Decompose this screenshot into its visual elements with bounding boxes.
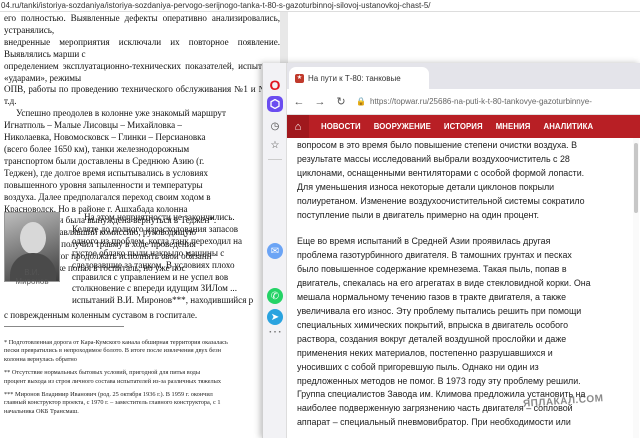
back-side-line: одного из проблем, когда танк переходил …: [72, 235, 243, 246]
photo-caption: В.И. Миронов: [14, 268, 50, 286]
topwar-favicon-icon: ★: [295, 73, 304, 83]
back-side-line: испытаний В.И. Миронов***, находившийся …: [72, 295, 254, 306]
back-line: Игнатполь – Малые Лисовцы – Михайловка –: [4, 120, 182, 131]
footnote-line: начальника ОКБ Трансмаш.: [4, 407, 79, 415]
article-line: полиуретаном. Изменение воздухоочистител…: [297, 195, 585, 206]
footnote-divider: [4, 326, 124, 327]
back-side-line: следовавшие за танком. В условиях плохо: [72, 259, 235, 270]
desktop: 04.ru/tanki/istoriya-sozdaniya/istoriya-…: [0, 0, 640, 438]
back-side-line: столкновение с впереди идущим ЗИЛом ...: [72, 283, 237, 294]
back-side-line: Келяте до полного израсходования запасов: [72, 223, 239, 234]
back-side-line: На этом неприятности не закончились.: [84, 212, 235, 222]
article-paragraph-1: вопросом в это время было повышение степ…: [297, 139, 637, 222]
back-scrollbar[interactable]: [280, 12, 288, 64]
footnote-line: процент выхода из строя личного состава …: [4, 377, 222, 385]
footnote-line: колонна вернулась обратно: [4, 355, 77, 363]
back-line: транспортом были доставлены в Среднюю Аз…: [4, 155, 205, 166]
article-line: мешала нормальному течению газов в тракт…: [297, 292, 567, 303]
article-scrollbar-thumb[interactable]: [634, 143, 638, 213]
article-line: было повышенное содержание кремнезема. Т…: [297, 264, 567, 275]
back-side-line: густое облако пыли накрыло машины с: [72, 247, 225, 258]
article-line: предложенных методов не помог. В 1973 го…: [297, 375, 581, 386]
nav-history[interactable]: ИСТОРИЯ: [444, 122, 483, 131]
sidebar-more-icon[interactable]: ⋯: [267, 323, 283, 339]
sidebar-divider: [268, 159, 282, 160]
back-line: воздуха. Далее предполагался переход сво…: [4, 191, 211, 202]
back-side-text: На этом неприятности не закончились. Кел…: [72, 212, 262, 307]
nav-news[interactable]: НОВОСТИ: [321, 122, 361, 131]
photo-caption-initials: В.И.: [24, 268, 40, 277]
footnotes: * Подготовленная дорога от Кара-Кумского…: [4, 339, 266, 421]
article-line: специальных химических покрытий, впрыска…: [297, 319, 569, 330]
tab-bar: ★ На пути к Т-80: танковые: [287, 63, 640, 89]
footnote-line: * Подготовленная дорога от Кара-Кумского…: [4, 339, 228, 346]
tab-title: На пути к Т-80: танковые: [308, 73, 401, 83]
messenger-icon[interactable]: ✉: [267, 243, 283, 259]
footnote-line: ** Отсутствие нормальных бытовых условий…: [4, 369, 201, 377]
nav-weapons[interactable]: ВООРУЖЕНИЕ: [374, 122, 431, 131]
nav-analytics[interactable]: АНАЛИТИКА: [543, 122, 593, 131]
article-line: Еще во время испытаний в Средней Азии пр…: [297, 236, 551, 247]
url-field[interactable]: https://topwar.ru/25686-na-puti-k-t-80-t…: [370, 97, 640, 106]
back-line: Николаевка, Новомосковск – Глинки – Перс…: [4, 132, 206, 143]
article-line: раствора, создания вокруг деталей воздуш…: [297, 333, 567, 344]
address-bar: ← → ↻ 🔒 https://topwar.ru/25686-na-puti-…: [287, 89, 640, 115]
footnote-line: пески превратились в непроходимое болото…: [4, 347, 221, 355]
article-line: Для уменьшения износа некоторые детали ц…: [297, 181, 555, 192]
back-tail-line: с поврежденным коленным суставом в госпи…: [4, 310, 198, 320]
workspace-icon[interactable]: [267, 96, 283, 112]
article-line: двигатель, спекалась на его агрегатах в …: [297, 278, 591, 289]
nav-opinions[interactable]: МНЕНИЯ: [496, 122, 531, 131]
whatsapp-icon[interactable]: ✆: [267, 288, 283, 304]
hexagon-icon: [270, 99, 280, 109]
reload-icon[interactable]: ↻: [332, 93, 350, 111]
article-line: аппарат – специальный пневмовибратор. Пр…: [297, 417, 571, 428]
footnote-line: *** Миронов Владимир Иванович (род. 25 о…: [4, 391, 213, 399]
back-page-url[interactable]: 04.ru/tanki/istoriya-sozdaniya/istoriya-…: [0, 0, 640, 12]
article-line: уносивших с собой пригоревшую пыль. Одна…: [297, 361, 539, 372]
history-icon[interactable]: ◷: [267, 118, 283, 134]
portrait-face: [20, 222, 46, 254]
opera-sidebar: O ◷ ☆ ✉ ✆ ➤ ⋯: [263, 63, 287, 438]
lock-icon[interactable]: 🔒: [356, 97, 366, 106]
article-line: поступление пыли в двигатель примерно на…: [297, 209, 540, 220]
back-line: (всего более 1650 км), танки железнодоро…: [4, 143, 190, 154]
back-line: повышенного уровня запыленности и темпер…: [4, 179, 203, 190]
topwar-article-body: вопросом в это время было повышение степ…: [297, 139, 637, 438]
back-line: Успешно преодолев в колонне уже знакомый…: [16, 108, 226, 119]
back-arrow-icon[interactable]: ←: [290, 93, 308, 111]
back-line: внедренные мероприятия исключали их повт…: [4, 36, 280, 59]
home-icon[interactable]: ⌂: [287, 115, 309, 138]
back-line: определением эксплуатационно-технических…: [4, 60, 280, 83]
photo-caption-surname: Миронов: [15, 277, 49, 286]
back-line: его полностью. Выявленные дефекты операт…: [4, 13, 280, 35]
back-line: Теджен), где долгое время испытывались в…: [4, 167, 208, 178]
article-line: результате массы исследований выбрали во…: [297, 153, 570, 164]
back-line: ОПВ, работы по проведению технического о…: [4, 84, 280, 107]
tab-active[interactable]: ★ На пути к Т-80: танковые: [289, 67, 429, 89]
back-side-line: справился с управлением и не успел вов: [72, 271, 229, 282]
article-line: применения неких материалов, постепенно …: [297, 347, 553, 358]
bookmarks-star-icon[interactable]: ☆: [267, 137, 283, 153]
site-nav-bar: ⌂ НОВОСТИ ВООРУЖЕНИЕ ИСТОРИЯ МНЕНИЯ АНАЛ…: [287, 115, 640, 138]
article-line: проблема газотурбинного двигателя. В там…: [297, 250, 572, 261]
article-line: вопросом в это время было повышение степ…: [297, 140, 578, 150]
article-line: увеличивала его износ. Эту проблему пыта…: [297, 305, 582, 316]
footnote-line: главный конструктор проекта, с 1970 г. –…: [4, 399, 221, 407]
site-menu: НОВОСТИ ВООРУЖЕНИЕ ИСТОРИЯ МНЕНИЯ АНАЛИТ…: [321, 115, 606, 138]
article-line: циклонами, оснащенными вентиляторами с о…: [297, 167, 585, 178]
forward-arrow-icon[interactable]: →: [311, 93, 329, 111]
opera-logo-icon[interactable]: O: [267, 77, 283, 93]
